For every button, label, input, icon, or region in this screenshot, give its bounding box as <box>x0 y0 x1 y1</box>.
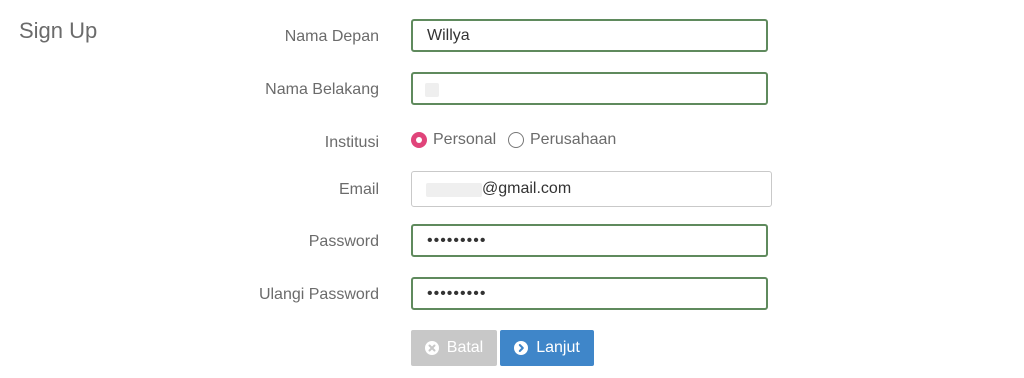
password-input[interactable]: ••••••••• <box>411 224 768 257</box>
radio-perusahaan-button[interactable] <box>508 132 524 148</box>
institution-label: Institusi <box>324 134 379 151</box>
radio-perusahaan-label: Perusahaan <box>530 131 617 148</box>
cancel-button[interactable]: Batal <box>411 330 497 366</box>
redacted-text <box>425 83 439 97</box>
last-name-input[interactable] <box>411 72 768 105</box>
password-label: Password <box>308 233 379 250</box>
first-name-label: Nama Depan <box>284 28 379 45</box>
email-value: @gmail.com <box>482 180 572 197</box>
email-label: Email <box>338 181 379 198</box>
next-button[interactable]: Lanjut <box>500 330 594 366</box>
email-input[interactable]: @gmail.com <box>411 171 772 207</box>
chevron-right-circle-icon <box>514 341 529 355</box>
radio-personal-button[interactable] <box>411 132 427 148</box>
confirm-password-value: ••••••••• <box>427 284 487 302</box>
radio-personal-label: Personal <box>433 131 497 148</box>
confirm-password-input[interactable]: ••••••••• <box>411 277 768 310</box>
password-value: ••••••••• <box>427 231 487 249</box>
confirm-password-label: Ulangi Password <box>258 286 379 303</box>
first-name-input[interactable]: Willya <box>411 19 768 52</box>
next-button-label: Lanjut <box>536 339 580 356</box>
last-name-label: Nama Belakang <box>265 81 379 98</box>
page-title: Sign Up <box>19 18 98 43</box>
first-name-value: Willya <box>427 26 470 44</box>
redacted-text <box>426 183 482 197</box>
radio-option-perusahaan[interactable]: Perusahaan <box>508 131 616 149</box>
close-circle-icon <box>424 341 439 355</box>
radio-option-personal[interactable]: Personal <box>411 131 496 149</box>
cancel-button-label: Batal <box>446 339 484 356</box>
